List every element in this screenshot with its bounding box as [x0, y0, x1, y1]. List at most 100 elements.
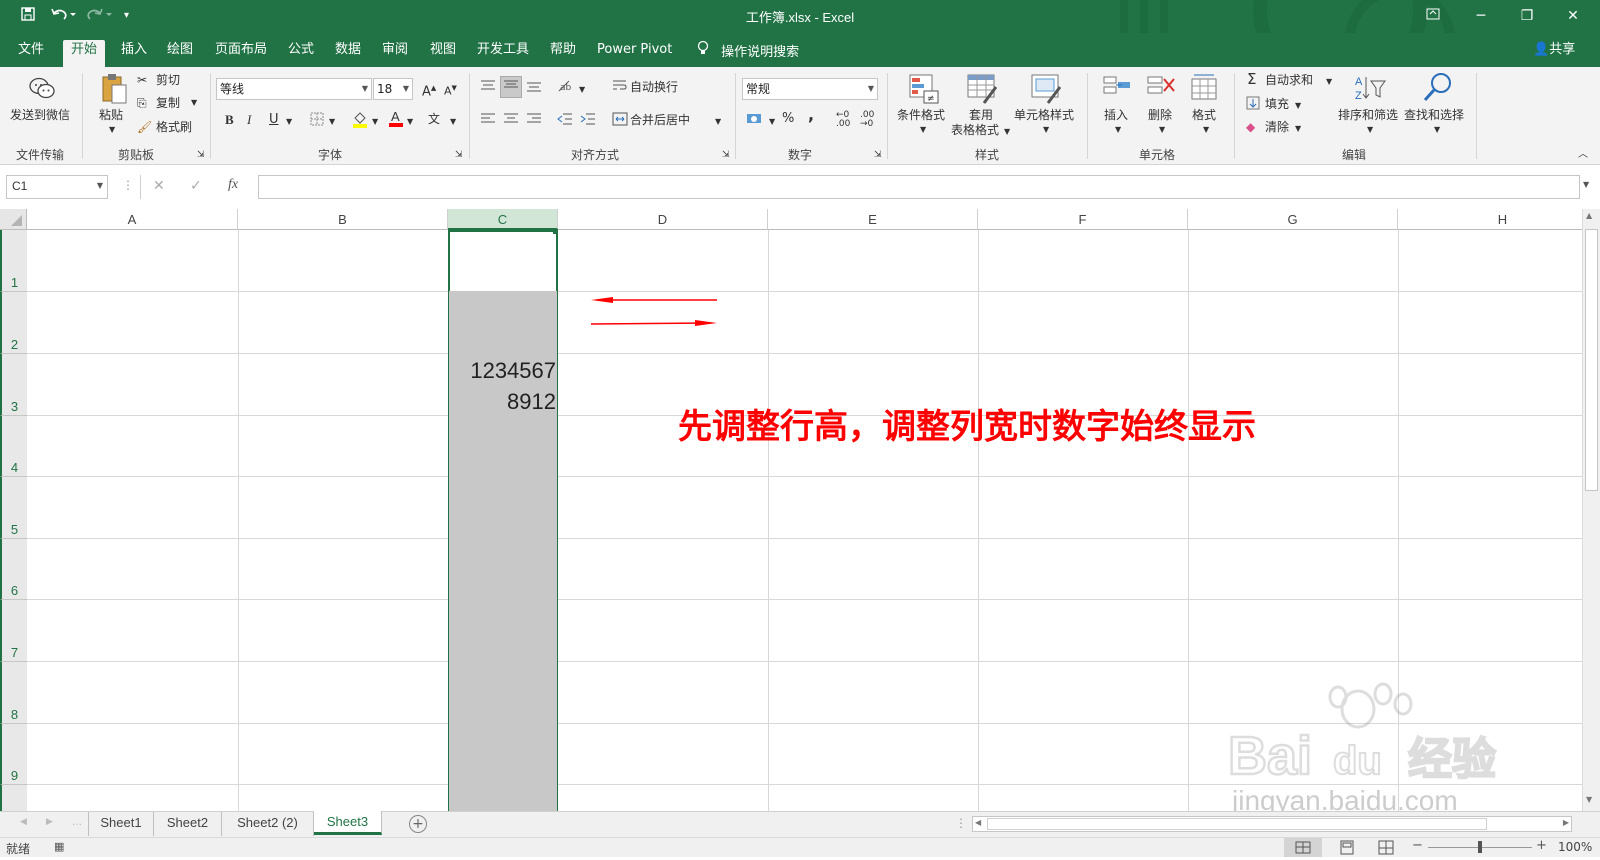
- accounting-format-icon[interactable]: [746, 111, 764, 131]
- more-sheets-icon[interactable]: …: [72, 817, 82, 828]
- zoom-level[interactable]: 100%: [1558, 840, 1592, 854]
- column-header-a[interactable]: A: [27, 209, 238, 230]
- align-middle-icon[interactable]: [500, 76, 522, 98]
- vertical-scrollbar[interactable]: ▲ ▼: [1582, 209, 1600, 811]
- cell-styles-icon[interactable]: [1030, 73, 1062, 104]
- increase-font-size-icon[interactable]: A▲: [422, 80, 436, 100]
- formula-input[interactable]: [258, 175, 1580, 199]
- number-launcher-icon[interactable]: ⇲: [874, 147, 882, 163]
- orientation-dropdown-icon[interactable]: ▼: [579, 82, 585, 98]
- font-name-combo[interactable]: 等线 ▼: [216, 78, 372, 100]
- align-left-icon[interactable]: [480, 112, 496, 130]
- sheet-tab[interactable]: Sheet2: [154, 812, 222, 836]
- zoom-slider-thumb[interactable]: [1478, 841, 1482, 853]
- row-header-4[interactable]: 4: [0, 416, 27, 477]
- font-color-icon[interactable]: A: [388, 108, 404, 132]
- autosum-button[interactable]: 自动求和: [1265, 72, 1313, 88]
- tab-help[interactable]: 帮助: [550, 40, 576, 67]
- increase-indent-icon[interactable]: [580, 112, 596, 130]
- next-sheet-icon[interactable]: ▶: [46, 817, 53, 827]
- conditional-formatting-icon[interactable]: ≠: [908, 73, 939, 104]
- increase-decimal-icon[interactable]: ←0.00: [836, 111, 850, 129]
- tab-formulas[interactable]: 公式: [288, 40, 314, 67]
- page-layout-view-icon[interactable]: [1332, 838, 1362, 857]
- row-header-10[interactable]: [0, 785, 27, 811]
- clear-button[interactable]: 清除: [1265, 119, 1289, 135]
- column-header-f[interactable]: F: [978, 209, 1188, 230]
- borders-dropdown-icon[interactable]: ▼: [329, 114, 335, 130]
- magnifier-icon[interactable]: [1422, 71, 1451, 102]
- format-as-table-dropdown-icon[interactable]: ▼: [1004, 124, 1010, 140]
- tab-review[interactable]: 审阅: [382, 40, 408, 67]
- accounting-dropdown-icon[interactable]: ▼: [769, 114, 775, 130]
- fill-dropdown-icon[interactable]: ▼: [1295, 98, 1301, 114]
- decrease-font-size-icon[interactable]: A▼: [444, 80, 457, 100]
- row-header-2[interactable]: 2: [0, 292, 27, 354]
- comma-button[interactable]: ,: [808, 107, 814, 123]
- send-to-wechat-button[interactable]: 发送到微信: [10, 107, 70, 123]
- splitter-icon[interactable]: ⋮: [955, 816, 967, 830]
- tab-draw[interactable]: 绘图: [167, 40, 193, 67]
- prev-sheet-icon[interactable]: ◀: [20, 817, 27, 827]
- worksheet-grid[interactable]: A B C D E F G H 1234567 8912 1 2 3 4 5 6…: [0, 209, 1582, 811]
- orientation-icon[interactable]: ab: [557, 79, 577, 97]
- cell-styles-dropdown-icon[interactable]: ▼: [1043, 122, 1049, 138]
- font-size-combo[interactable]: 18 ▼: [373, 78, 413, 100]
- share-button[interactable]: 👤共享: [1533, 40, 1575, 67]
- collapse-ribbon-icon[interactable]: ︿: [1578, 147, 1588, 163]
- paste-dropdown-icon[interactable]: ▼: [109, 122, 115, 138]
- sort-filter-dropdown-icon[interactable]: ▼: [1367, 122, 1373, 138]
- macro-record-icon[interactable]: ▦: [54, 840, 64, 853]
- delete-cells-button[interactable]: 删除: [1148, 107, 1172, 123]
- page-break-view-icon[interactable]: [1371, 838, 1401, 857]
- format-as-table-line2[interactable]: 表格格式: [951, 122, 999, 138]
- insert-function-icon[interactable]: fx: [228, 177, 238, 193]
- sort-filter-button[interactable]: 排序和筛选: [1338, 107, 1398, 123]
- format-as-table-icon[interactable]: [966, 73, 998, 104]
- format-painter-button[interactable]: 格式刷: [156, 119, 192, 135]
- conditional-formatting-button[interactable]: 条件格式: [897, 107, 945, 123]
- column-header-g[interactable]: G: [1188, 209, 1398, 230]
- wechat-icon[interactable]: [28, 75, 56, 103]
- row-header-5[interactable]: 5: [0, 477, 27, 539]
- active-cell-c1[interactable]: [448, 230, 558, 291]
- normal-view-icon[interactable]: [1284, 838, 1322, 857]
- column-header-b[interactable]: B: [238, 209, 448, 230]
- alignment-launcher-icon[interactable]: ⇲: [722, 147, 730, 163]
- column-header-e[interactable]: E: [768, 209, 978, 230]
- row-header-8[interactable]: 8: [0, 662, 27, 724]
- find-select-button[interactable]: 查找和选择: [1404, 107, 1464, 123]
- column-header-h[interactable]: H: [1398, 209, 1582, 230]
- minimize-icon[interactable]: ─: [1458, 4, 1504, 28]
- delete-cells-dropdown-icon[interactable]: ▼: [1159, 122, 1165, 138]
- clear-dropdown-icon[interactable]: ▼: [1295, 121, 1301, 137]
- row-header-7[interactable]: 7: [0, 600, 27, 662]
- align-top-icon[interactable]: [480, 79, 496, 97]
- font-launcher-icon[interactable]: ⇲: [455, 147, 463, 163]
- conditional-dropdown-icon[interactable]: ▼: [920, 122, 926, 138]
- row-header-3[interactable]: 3: [0, 354, 27, 416]
- tab-file[interactable]: 文件: [18, 40, 44, 67]
- merge-dropdown-icon[interactable]: ▼: [715, 114, 721, 130]
- percent-button[interactable]: %: [782, 111, 794, 127]
- scroll-right-icon[interactable]: ▶: [1563, 818, 1569, 827]
- tab-power-pivot[interactable]: Power Pivot: [597, 40, 672, 67]
- decrease-indent-icon[interactable]: [557, 112, 573, 130]
- tell-me-search[interactable]: 操作说明搜索: [697, 40, 799, 67]
- expand-formula-bar-icon[interactable]: ▼: [1583, 180, 1589, 189]
- fill-handle[interactable]: [553, 229, 558, 234]
- underline-button[interactable]: U: [269, 112, 279, 128]
- autosum-dropdown-icon[interactable]: ▼: [1326, 74, 1332, 90]
- zoom-in-icon[interactable]: +: [1536, 838, 1547, 853]
- scroll-thumb[interactable]: [1585, 229, 1598, 491]
- wrap-text-button[interactable]: 自动换行: [630, 79, 678, 95]
- align-bottom-icon[interactable]: [526, 79, 542, 97]
- tab-insert[interactable]: 插入: [121, 40, 147, 67]
- borders-icon[interactable]: [310, 112, 324, 130]
- zoom-out-icon[interactable]: −: [1412, 838, 1423, 853]
- format-cells-icon[interactable]: [1190, 73, 1218, 101]
- sheet-tab[interactable]: Sheet1: [88, 812, 154, 836]
- cancel-entry-icon[interactable]: ✕: [153, 178, 165, 194]
- cut-button[interactable]: 剪切: [156, 72, 180, 88]
- select-all-corner[interactable]: [0, 209, 27, 230]
